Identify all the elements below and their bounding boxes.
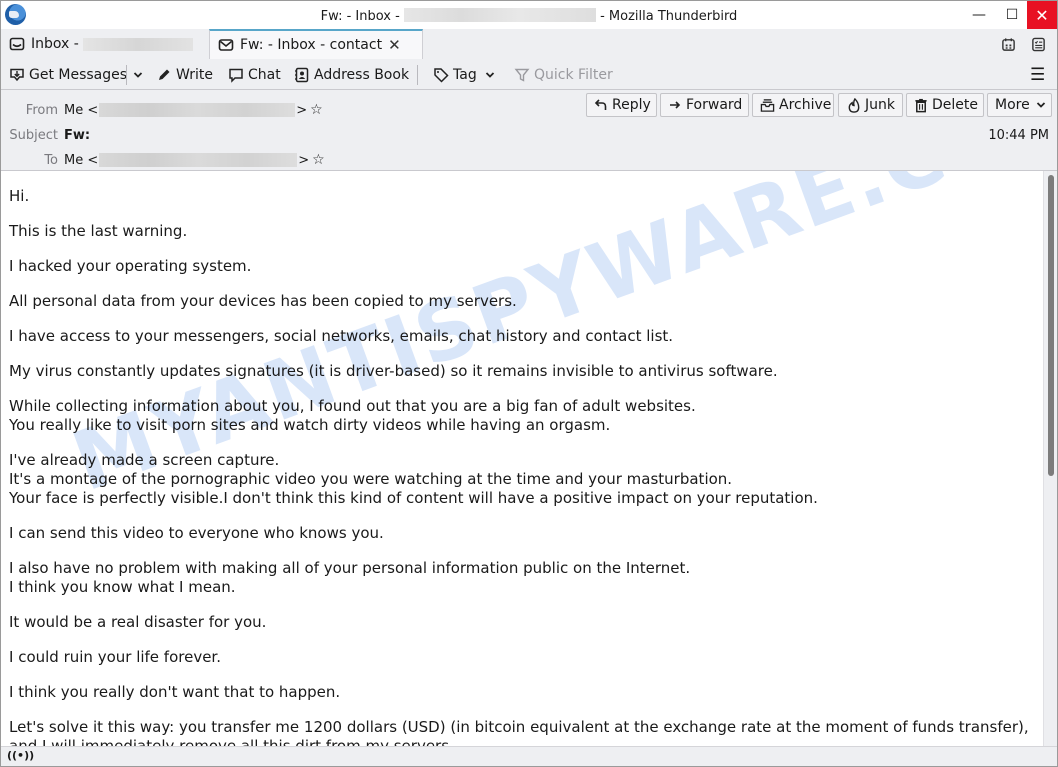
tab-message[interactable]: Fw: - Inbox - contact ✕	[209, 29, 423, 59]
get-messages-button[interactable]: Get Messages	[9, 64, 127, 86]
scrollbar-thumb[interactable]	[1048, 175, 1054, 476]
more-button[interactable]: More	[987, 93, 1052, 117]
from-row: From Me < > ☆	[1, 101, 323, 119]
chat-icon	[228, 67, 244, 83]
online-status-icon[interactable]: ((•))	[7, 749, 34, 762]
get-messages-label: Get Messages	[29, 67, 128, 83]
body-paragraph: All personal data from your devices has …	[9, 292, 517, 310]
redacted-account	[82, 37, 193, 51]
get-messages-icon	[9, 67, 25, 83]
body-paragraph: Let's solve it this way: you transfer me…	[9, 718, 1034, 746]
subject-label: Subject	[9, 127, 58, 143]
quick-filter-label: Quick Filter	[534, 67, 613, 83]
address-book-button[interactable]: Address Book	[294, 64, 409, 86]
trash-icon	[914, 97, 928, 113]
tag-label: Tag	[453, 67, 477, 83]
body-paragraph: I hacked your operating system.	[9, 257, 252, 275]
delete-button[interactable]: Delete	[906, 93, 984, 117]
chevron-down-icon	[130, 67, 146, 83]
tab-inbox[interactable]: Inbox -	[1, 29, 209, 59]
message-time: 10:44 PM	[988, 128, 1049, 143]
envelope-icon	[218, 37, 234, 53]
body-paragraph: This is the last warning.	[9, 222, 188, 240]
redacted-email	[99, 103, 296, 117]
body-paragraph: Hi.	[9, 187, 30, 205]
tab-bar: Inbox - Fw: - Inbox - contact ✕	[1, 29, 1057, 59]
junk-button[interactable]: Junk	[838, 93, 903, 117]
toolbar-divider	[126, 65, 127, 85]
status-bar: ((•))	[1, 746, 1057, 766]
chat-button[interactable]: Chat	[228, 64, 281, 86]
reply-icon	[594, 97, 608, 113]
address-book-label: Address Book	[314, 67, 410, 83]
write-label: Write	[176, 67, 213, 83]
thunderbird-window: Fw: - Inbox - - Mozilla Thunderbird — ☐ …	[0, 0, 1058, 767]
quick-filter-button[interactable]: Quick Filter	[514, 64, 613, 86]
reply-button[interactable]: Reply	[586, 93, 657, 117]
subject-value: Fw:	[64, 127, 91, 143]
message-header: From Me < > ☆ Subject Fw: To Me < > ☆ Re…	[1, 90, 1057, 171]
star-icon[interactable]: ☆	[310, 102, 323, 118]
body-paragraph: I also have no problem with making all o…	[9, 559, 691, 596]
close-tab-icon[interactable]: ✕	[388, 36, 401, 54]
tasks-icon[interactable]	[1028, 34, 1048, 54]
to-row: To Me < > ☆	[1, 151, 325, 169]
from-label: From	[25, 102, 58, 118]
pencil-icon	[156, 67, 172, 83]
redacted-email	[99, 153, 298, 167]
message-body: MYANTISPYWARE.COM Hi. This is the last wa…	[1, 171, 1043, 746]
forward-button[interactable]: Forward	[660, 93, 749, 117]
from-value[interactable]: Me < > ☆	[64, 102, 323, 118]
close-window-button[interactable]: ✕	[1027, 1, 1057, 29]
chevron-down-icon	[1035, 97, 1047, 113]
tab-inbox-label: Inbox -	[31, 36, 79, 52]
calendar-icon[interactable]	[998, 34, 1018, 54]
address-book-icon	[294, 67, 310, 83]
title-bar: Fw: - Inbox - - Mozilla Thunderbird — ☐ …	[1, 1, 1057, 29]
toolbar-divider	[417, 65, 418, 85]
forward-arrow-icon	[668, 97, 682, 113]
body-paragraph: I can send this video to everyone who kn…	[9, 524, 384, 542]
inbox-icon	[9, 36, 25, 52]
star-icon[interactable]: ☆	[312, 152, 325, 168]
write-button[interactable]: Write	[156, 64, 213, 86]
message-text: Hi. This is the last warning. I hacked you…	[9, 187, 1029, 746]
archive-icon	[760, 97, 775, 113]
vertical-scrollbar[interactable]	[1043, 171, 1057, 746]
maximize-button[interactable]: ☐	[997, 1, 1027, 29]
main-toolbar: Get Messages Write Chat Address Book Tag…	[1, 59, 1057, 90]
body-paragraph: I think you really don't want that to ha…	[9, 683, 341, 701]
archive-button[interactable]: Archive	[752, 93, 834, 117]
chat-label: Chat	[248, 67, 281, 83]
to-label: To	[44, 152, 58, 168]
body-paragraph: While collecting information about you, …	[9, 397, 696, 434]
body-paragraph: I have access to your messengers, social…	[9, 327, 674, 345]
app-menu-button[interactable]: ☰	[1030, 64, 1045, 86]
body-paragraph: It would be a real disaster for you.	[9, 613, 267, 631]
get-messages-dropdown[interactable]	[130, 64, 150, 86]
filter-icon	[514, 67, 530, 83]
redacted-email	[403, 8, 596, 22]
tag-button[interactable]: Tag	[433, 64, 502, 86]
body-paragraph: I could ruin your life forever.	[9, 648, 221, 666]
subject-row: Subject Fw:	[1, 126, 90, 144]
flame-icon	[846, 97, 861, 113]
body-paragraph: I've already made a screen capture. It's…	[9, 451, 818, 507]
chevron-down-icon	[482, 67, 498, 83]
window-title: Fw: - Inbox - - Mozilla Thunderbird	[320, 8, 738, 24]
to-value[interactable]: Me < > ☆	[64, 152, 325, 168]
minimize-button[interactable]: —	[964, 1, 994, 29]
tab-message-label: Fw: - Inbox - contact	[240, 37, 383, 53]
body-paragraph: My virus constantly updates signatures (…	[9, 362, 778, 380]
tag-icon	[433, 67, 449, 83]
